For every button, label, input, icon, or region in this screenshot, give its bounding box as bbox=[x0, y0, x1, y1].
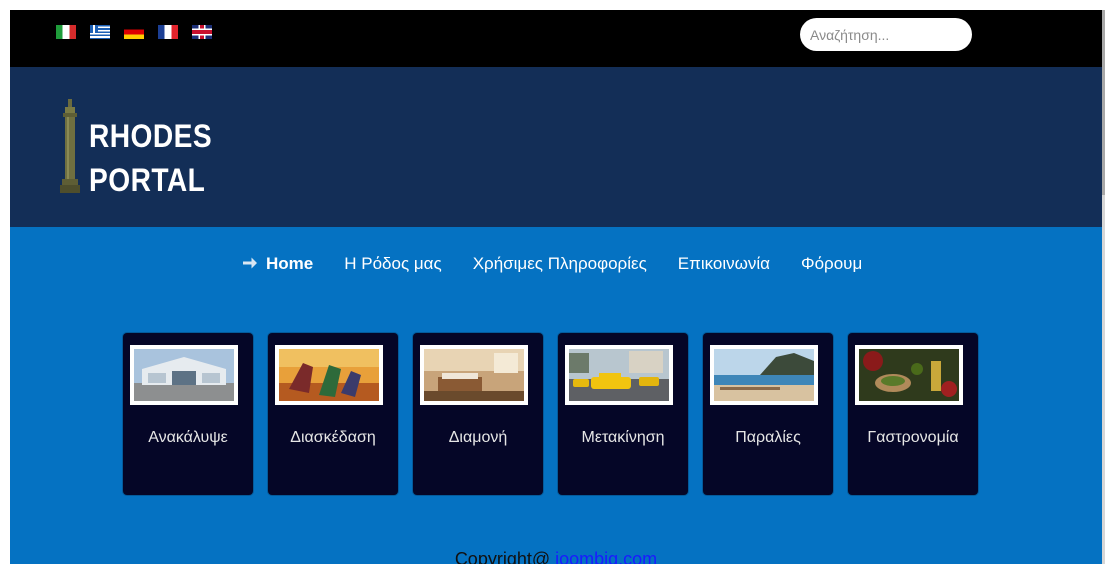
logo-line-2: PORTAL bbox=[89, 162, 206, 198]
card-label: Ανακάλυψε bbox=[148, 429, 228, 446]
greek-flag-icon[interactable] bbox=[90, 25, 110, 39]
card-label: Γαστρονομία bbox=[867, 429, 959, 446]
card-transport[interactable]: Μετακίνηση bbox=[558, 333, 688, 495]
building-photo bbox=[134, 349, 234, 401]
uk-flag-icon[interactable] bbox=[192, 25, 212, 39]
card-accommodation[interactable]: Διαμονή bbox=[413, 333, 543, 495]
logo-line-1: RHODES bbox=[89, 118, 213, 154]
nav-item-home[interactable]: Home bbox=[242, 254, 313, 274]
search-input[interactable] bbox=[800, 18, 972, 51]
card-thumbnail bbox=[420, 345, 528, 405]
card-thumbnail bbox=[130, 345, 238, 405]
nav-item-useful-info[interactable]: Χρήσιμες Πληροφορίες bbox=[473, 254, 647, 274]
card-thumbnail bbox=[275, 345, 383, 405]
nav-item-label: Home bbox=[266, 254, 314, 273]
column-icon bbox=[60, 99, 80, 193]
footer-link[interactable]: joombig.com bbox=[555, 549, 657, 564]
italian-flag-icon[interactable] bbox=[56, 25, 76, 39]
card-discover[interactable]: Ανακάλυψε bbox=[123, 333, 253, 495]
nav-item-contact[interactable]: Επικοινωνία bbox=[678, 254, 770, 274]
sunset-party-photo bbox=[279, 349, 379, 401]
german-flag-icon[interactable] bbox=[124, 25, 144, 39]
language-flags bbox=[56, 25, 212, 39]
card-entertainment[interactable]: Διασκέδαση bbox=[268, 333, 398, 495]
french-flag-icon[interactable] bbox=[158, 25, 178, 39]
main-nav: Home Η Ρόδος μας Χρήσιμες Πληροφορίες Επ… bbox=[242, 253, 893, 275]
hotel-room-photo bbox=[424, 349, 524, 401]
taxi-photo bbox=[569, 349, 669, 401]
copyright-text: Copyright@ bbox=[454, 549, 556, 564]
card-label: Διαμονή bbox=[448, 429, 508, 446]
site-logo[interactable]: RHODES PORTAL bbox=[89, 114, 229, 202]
card-thumbnail bbox=[710, 345, 818, 405]
card-thumbnail bbox=[565, 345, 673, 405]
card-label: Διασκέδαση bbox=[290, 429, 376, 446]
page: RHODES PORTAL Home Η Ρόδος μας Χρήσιμες … bbox=[10, 10, 1102, 564]
nav-item-forum[interactable]: Φόρουμ bbox=[801, 254, 862, 274]
food-photo bbox=[859, 349, 959, 401]
card-beaches[interactable]: Παραλίες bbox=[703, 333, 833, 495]
main-content: Home Η Ρόδος μας Χρήσιμες Πληροφορίες Επ… bbox=[10, 227, 1102, 564]
nav-item-our-rhodes[interactable]: Η Ρόδος μας bbox=[344, 254, 441, 274]
card-gastronomy[interactable]: Γαστρονομία bbox=[848, 333, 978, 495]
site-header: RHODES PORTAL bbox=[10, 67, 1102, 227]
top-bar bbox=[10, 10, 1102, 67]
card-label: Παραλίες bbox=[735, 429, 801, 446]
card-thumbnail bbox=[855, 345, 963, 405]
footer-copyright: Copyright@ joombig.com bbox=[10, 549, 1102, 564]
card-label: Μετακίνηση bbox=[581, 429, 665, 446]
beach-photo bbox=[714, 349, 814, 401]
arrow-right-icon bbox=[243, 257, 257, 269]
